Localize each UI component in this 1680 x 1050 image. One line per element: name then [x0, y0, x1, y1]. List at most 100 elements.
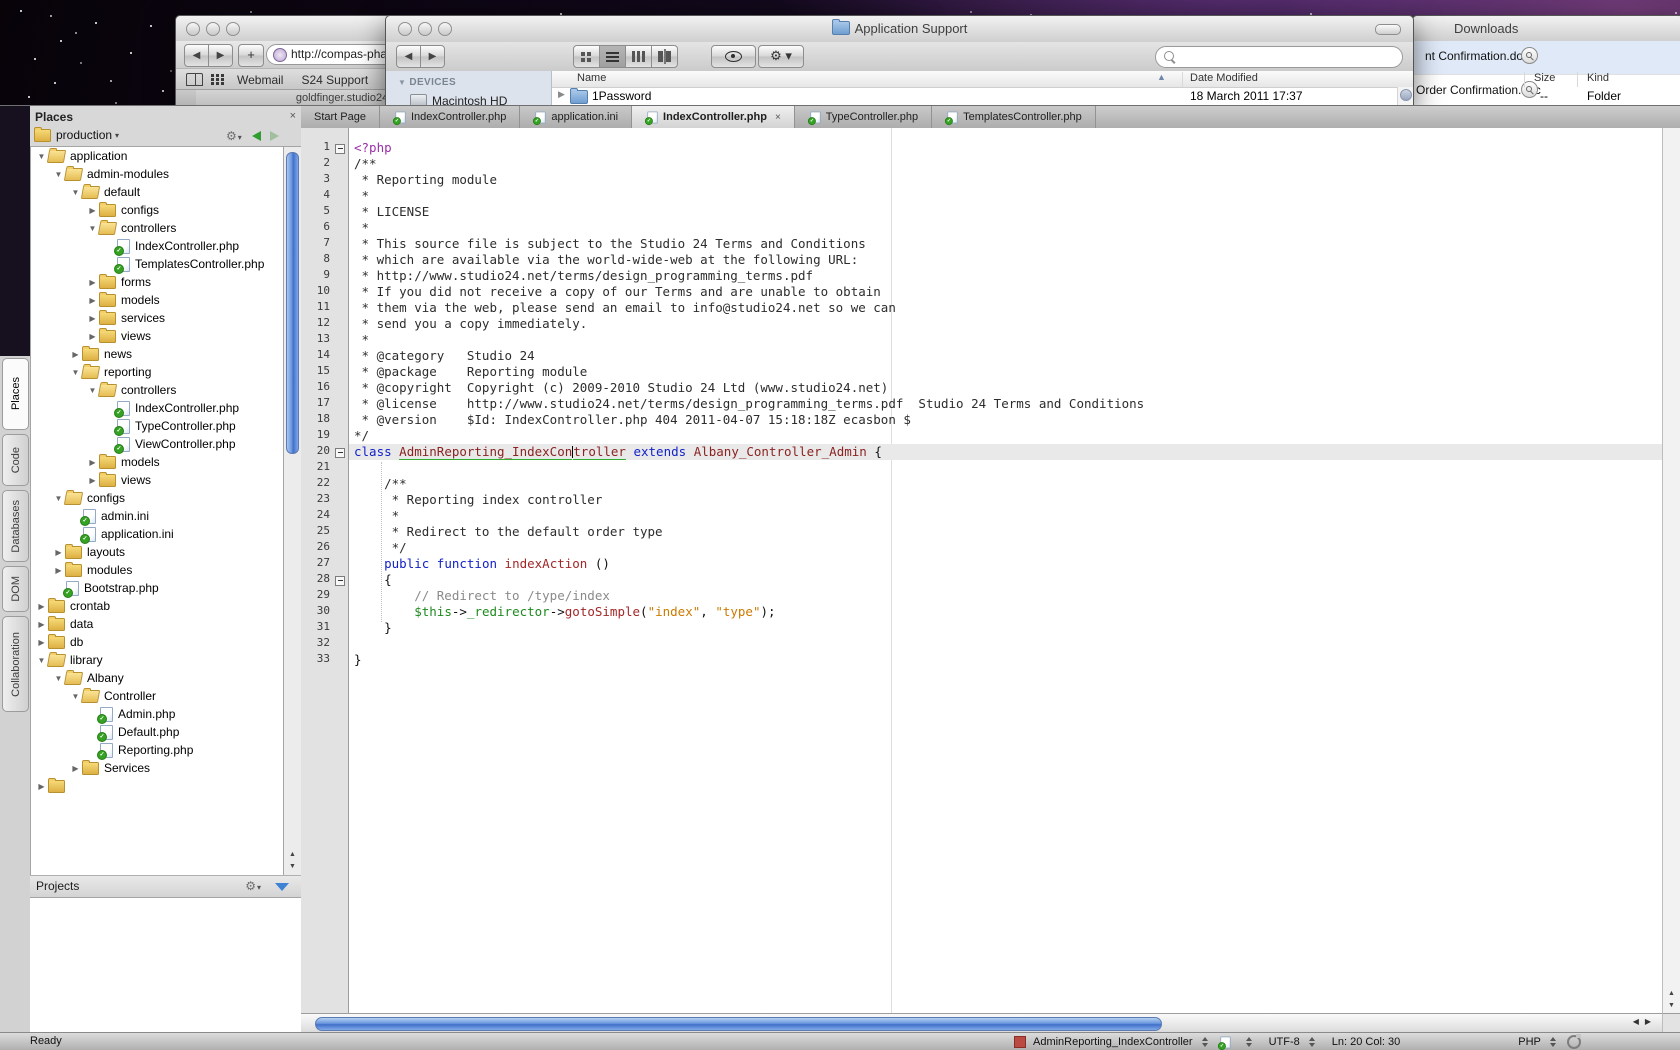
projects-filter-icon[interactable] [275, 883, 289, 891]
code-line[interactable]: /** [349, 476, 1663, 492]
tree-item[interactable]: ▶views [31, 471, 284, 489]
column-view-button[interactable] [626, 45, 652, 68]
tree-expand-icon[interactable]: ▼ [86, 386, 99, 395]
places-scrollbar[interactable]: ▲▼ [283, 146, 301, 876]
code-line[interactable] [349, 460, 1663, 476]
tree-item[interactable]: IndexController.php [31, 237, 284, 255]
reveal-magnifier-icon[interactable] [1521, 47, 1538, 64]
code-line[interactable]: * @version $Id: IndexController.php 404 … [349, 412, 1663, 428]
bookmarks-book-icon[interactable] [186, 73, 203, 86]
line-number[interactable]: 4 [301, 188, 348, 204]
tree-collapse-icon[interactable]: ▶ [86, 296, 99, 305]
line-number[interactable]: 5 [301, 204, 348, 220]
finder-titlebar[interactable]: Application Support [386, 16, 1413, 43]
code-line[interactable]: * them via the web, please send an email… [349, 300, 1663, 316]
editor-tab[interactable]: Start Page [301, 106, 380, 128]
tree-item[interactable]: ▶services [31, 309, 284, 327]
tree-item[interactable]: ViewController.php [31, 435, 284, 453]
editor-tab[interactable]: TypeController.php [795, 106, 932, 128]
code-line[interactable]: * [349, 188, 1663, 204]
tree-expand-icon[interactable]: ▼ [52, 674, 65, 683]
code-line[interactable]: * Reporting index controller [349, 492, 1663, 508]
status-symbol[interactable]: AdminReporting_IndexController [1033, 1036, 1193, 1048]
topsites-grid-icon[interactable] [211, 74, 225, 85]
line-number[interactable]: 15 [301, 364, 348, 380]
tree-item[interactable]: TypeController.php [31, 417, 284, 435]
line-number[interactable]: 8 [301, 252, 348, 268]
line-number[interactable]: 30 [301, 604, 348, 620]
line-number[interactable]: 10 [301, 284, 348, 300]
bookmark-item[interactable]: Webmail [237, 73, 283, 87]
side-tab-dom[interactable]: DOM [2, 566, 29, 612]
tree-expand-icon[interactable]: ▼ [35, 152, 48, 161]
line-number[interactable]: 27 [301, 556, 348, 572]
line-number[interactable]: 7 [301, 236, 348, 252]
fold-toggle-icon[interactable] [335, 144, 345, 154]
code-line[interactable]: * LICENSE [349, 204, 1663, 220]
fold-toggle-icon[interactable] [335, 448, 345, 458]
tree-item[interactable]: ▶layouts [31, 543, 284, 561]
tree-item[interactable]: TemplatesController.php [31, 255, 284, 273]
tree-item[interactable]: ▼application [31, 147, 284, 165]
tree-collapse-icon[interactable]: ▶ [86, 332, 99, 341]
tree-item[interactable]: ▼controllers [31, 219, 284, 237]
line-number[interactable]: 17 [301, 396, 348, 412]
line-number[interactable]: 14 [301, 348, 348, 364]
tree-item[interactable]: ▼default [31, 183, 284, 201]
tree-item[interactable]: Default.php [31, 723, 284, 741]
tree-expand-icon[interactable]: ▼ [52, 170, 65, 179]
code-line[interactable]: * send you a copy immediately. [349, 316, 1663, 332]
line-number[interactable]: 24 [301, 508, 348, 524]
editor-tab[interactable]: application.ini [520, 106, 632, 128]
line-number[interactable]: 31 [301, 620, 348, 636]
code-line[interactable]: * @package Reporting module [349, 364, 1663, 380]
sync-icon[interactable] [1567, 1035, 1581, 1049]
hscroll-arrows[interactable]: ◀▶ [1633, 1017, 1657, 1026]
tree-item[interactable]: ▼controllers [31, 381, 284, 399]
tree-item[interactable]: ▶data [31, 615, 284, 633]
zoom-button[interactable] [226, 22, 240, 36]
tree-collapse-icon[interactable]: ▶ [69, 764, 82, 773]
side-tab-code[interactable]: Code [2, 434, 29, 486]
action-button[interactable]: ⚙ ▾ [758, 45, 804, 68]
tree-collapse-icon[interactable]: ▶ [86, 206, 99, 215]
line-number[interactable]: 2 [301, 156, 348, 172]
code-line[interactable]: { [349, 572, 1663, 588]
column-name[interactable]: Name [577, 72, 606, 84]
tree-collapse-icon[interactable]: ▶ [86, 314, 99, 323]
tree-item[interactable]: ▼reporting [31, 363, 284, 381]
close-tab-icon[interactable]: × [775, 112, 781, 123]
code-line[interactable]: * http://www.studio24.net/terms/design_p… [349, 268, 1663, 284]
line-number[interactable]: 26 [301, 540, 348, 556]
status-cursor-position[interactable]: Ln: 20 Col: 30 [1332, 1036, 1401, 1048]
editor-vscrollbar[interactable]: ▲▼ [1662, 128, 1680, 1014]
tree-expand-icon[interactable]: ▼ [52, 494, 65, 503]
tree-collapse-icon[interactable]: ▶ [52, 548, 65, 557]
tree-collapse-icon[interactable]: ▶ [35, 602, 48, 611]
code-line[interactable]: <?php [349, 140, 1663, 156]
tree-collapse-icon[interactable]: ▶ [86, 278, 99, 287]
status-encoding[interactable]: UTF-8 [1269, 1036, 1300, 1048]
code-line[interactable]: * If you did not receive a copy of our T… [349, 284, 1663, 300]
disclosure-triangle-icon[interactable]: ▶ [558, 89, 565, 100]
list-view-button[interactable] [600, 45, 626, 68]
code-line[interactable]: * [349, 220, 1663, 236]
code-line[interactable]: * [349, 332, 1663, 348]
tree-item[interactable]: ▶news [31, 345, 284, 363]
tree-item[interactable]: ▶models [31, 291, 284, 309]
devices-section[interactable]: ▼DEVICES [398, 77, 456, 88]
line-number[interactable]: 19 [301, 428, 348, 444]
tree-item[interactable]: ▶ [31, 777, 284, 795]
code-line[interactable]: $this->_redirector->gotoSimple("index", … [349, 604, 1663, 620]
tree-expand-icon[interactable]: ▼ [69, 692, 82, 701]
tree-item[interactable]: admin.ini [31, 507, 284, 525]
tree-collapse-icon[interactable]: ▶ [52, 566, 65, 575]
quicklook-button[interactable] [711, 45, 756, 68]
line-number[interactable]: 3 [301, 172, 348, 188]
column-kind[interactable]: Kind [1587, 72, 1609, 84]
code-line[interactable]: */ [349, 540, 1663, 556]
minimize-button[interactable] [206, 22, 220, 36]
toolbar-toggle-pill[interactable] [1375, 24, 1401, 35]
tree-item[interactable]: Reporting.php [31, 741, 284, 759]
editor[interactable]: 1234567891011121314151617181920212223242… [301, 128, 1663, 1014]
